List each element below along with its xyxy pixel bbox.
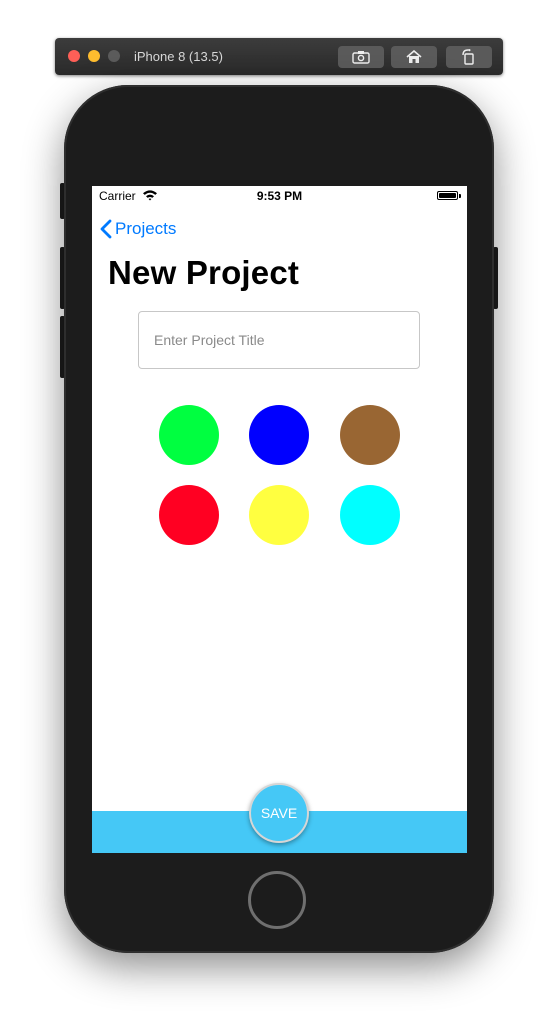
status-time: 9:53 PM	[256, 189, 303, 203]
project-title-input[interactable]	[138, 311, 420, 369]
screenshot-icon	[352, 51, 370, 64]
simulator-window: iPhone 8 (13.5) Carrier 9:53 PM Projects…	[0, 0, 559, 1028]
minimize-window-button[interactable]	[88, 50, 100, 62]
back-button-label: Projects	[115, 219, 177, 238]
home-icon	[406, 50, 422, 63]
color-swatch-yellow[interactable]	[249, 485, 309, 545]
color-swatch-cyan[interactable]	[340, 485, 400, 545]
battery-icon	[437, 191, 458, 200]
screenshot-button[interactable]	[338, 46, 384, 68]
close-window-button[interactable]	[68, 50, 80, 62]
rotate-button[interactable]	[446, 46, 492, 68]
simulator-title-bar: iPhone 8 (13.5)	[55, 38, 503, 75]
battery-cap	[459, 194, 461, 198]
chevron-left-icon	[100, 219, 112, 239]
app-screen: Carrier 9:53 PM Projects New Project Ent…	[92, 186, 467, 853]
save-button[interactable]: SAVE	[249, 783, 309, 843]
home-button-toolbar[interactable]	[391, 46, 437, 68]
rotate-icon	[462, 49, 474, 65]
color-swatch-brown[interactable]	[340, 405, 400, 465]
device-home-button[interactable]	[248, 871, 306, 929]
page-title: New Project	[108, 254, 300, 291]
color-swatch-red[interactable]	[159, 485, 219, 545]
back-button[interactable]: Projects	[100, 217, 176, 241]
device-title: iPhone 8 (13.5)	[134, 49, 223, 64]
color-swatch-green[interactable]	[159, 405, 219, 465]
status-bar: Carrier 9:53 PM	[92, 186, 467, 206]
color-swatch-blue[interactable]	[249, 405, 309, 465]
zoom-window-button[interactable]	[108, 50, 120, 62]
